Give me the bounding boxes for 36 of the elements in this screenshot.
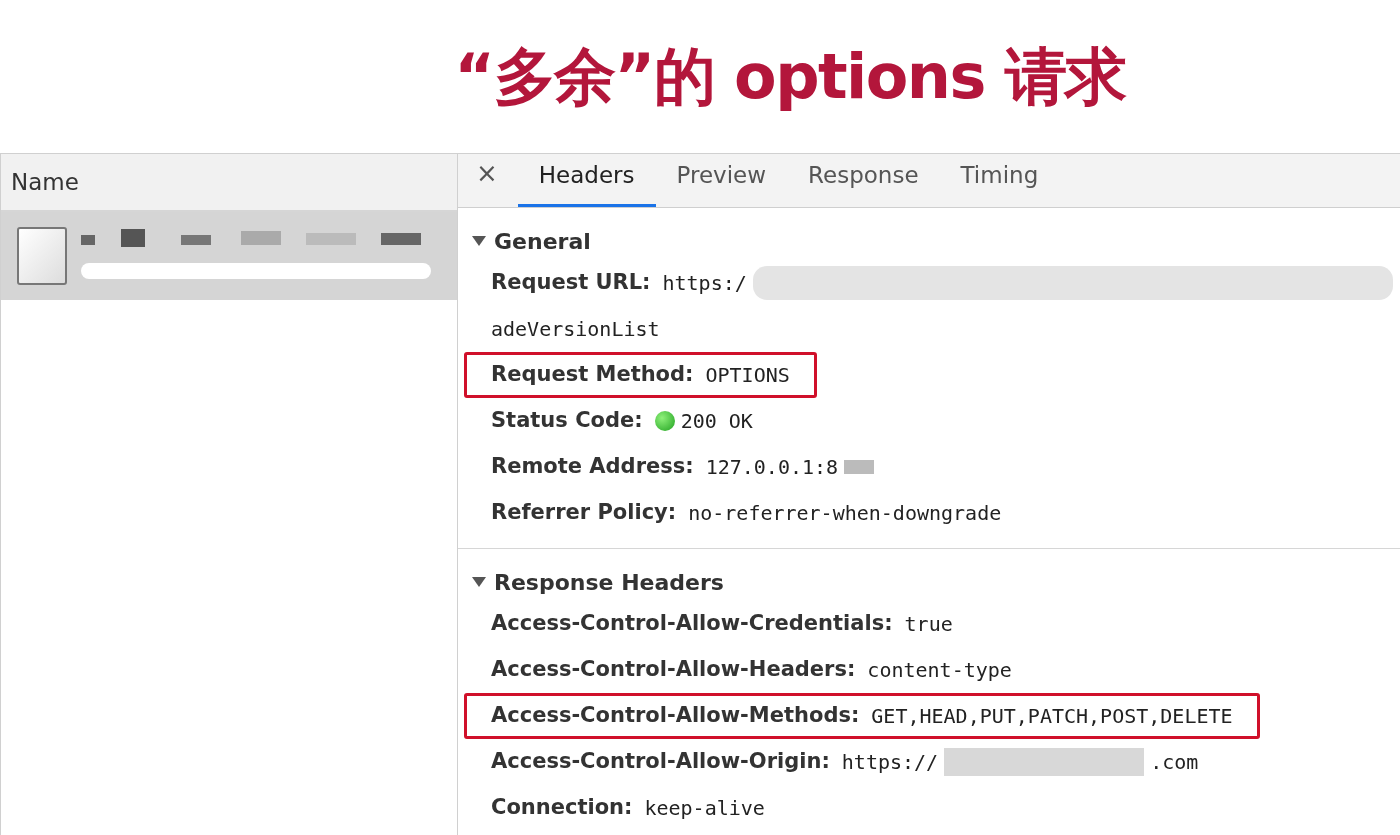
header-value: 200 OK xyxy=(680,408,753,435)
tab[interactable]: Headers xyxy=(517,157,656,207)
header-value: 127.0.0.1:8 xyxy=(705,454,839,481)
header-value: OPTIONS xyxy=(705,362,790,389)
header-name: Access-Control-Allow-Origin: xyxy=(491,748,830,776)
collapse-triangle-icon[interactable] xyxy=(472,236,486,246)
section-heading[interactable]: General xyxy=(494,224,591,258)
header-value: content-type xyxy=(867,657,1012,684)
header-value: no-referrer-when-downgrade xyxy=(688,500,1002,527)
close-icon[interactable]: × xyxy=(476,154,498,193)
header-name: Request URL: xyxy=(491,269,651,297)
header-name: Status Code: xyxy=(491,407,643,435)
tab[interactable]: Response xyxy=(787,157,940,207)
column-header: Name xyxy=(11,167,79,197)
header-name: Access-Control-Allow-Credentials: xyxy=(491,610,893,638)
collapse-triangle-icon[interactable] xyxy=(472,577,486,587)
header-name: Remote Address: xyxy=(491,453,694,481)
file-icon xyxy=(17,227,67,285)
section-heading[interactable]: Response Headers xyxy=(494,565,724,599)
header-name: Access-Control-Allow-Methods: xyxy=(491,702,860,730)
header-name: Connection: xyxy=(491,794,633,822)
header-value: https:// xyxy=(841,749,939,776)
header-value: .com xyxy=(1150,749,1199,776)
header-name: Request Method: xyxy=(491,361,694,389)
header-value: https:/ xyxy=(662,270,747,297)
tab[interactable]: Timing xyxy=(939,157,1060,207)
blurred-area xyxy=(844,460,875,474)
header-name: Referrer Policy: xyxy=(491,499,677,527)
header-value: keep-alive xyxy=(644,795,765,822)
request-row[interactable] xyxy=(1,212,457,300)
slide-title: “多余”的 options 请求 xyxy=(454,39,1126,115)
header-value: GET,HEAD,PUT,PATCH,POST,DELETE xyxy=(871,703,1233,730)
header-value: true xyxy=(904,611,953,638)
header-name: Access-Control-Allow-Headers: xyxy=(491,656,856,684)
tab[interactable]: Preview xyxy=(655,157,788,207)
header-value: adeVersionList xyxy=(491,316,660,343)
